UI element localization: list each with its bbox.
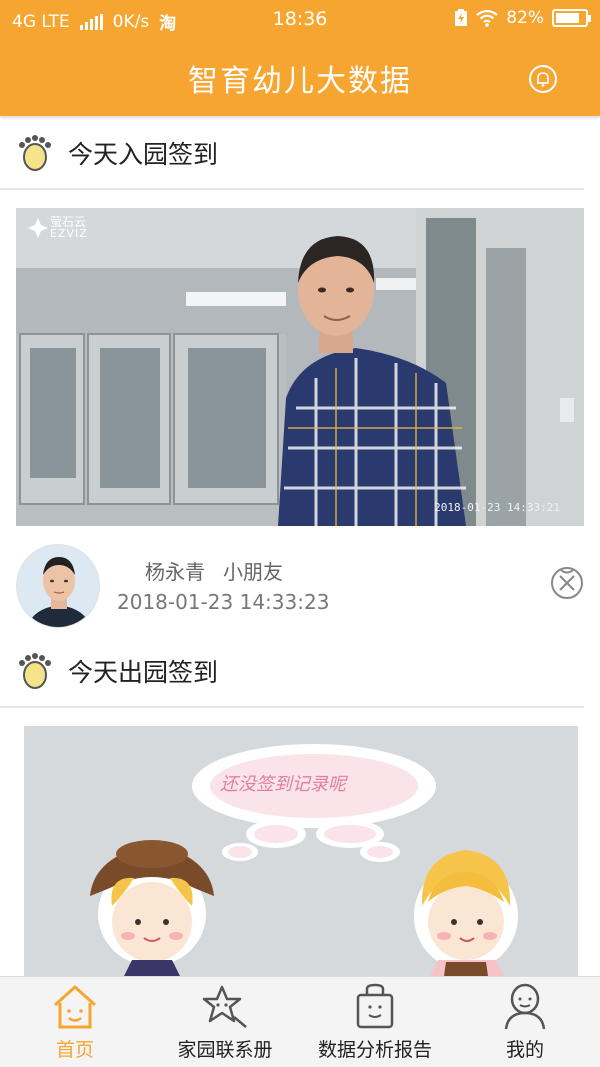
app-header: 智育幼儿大数据: [0, 38, 600, 116]
status-bar: 4G LTE 0K/s 淘 18:36 82%: [0, 0, 600, 38]
camera-timestamp: 2018-01-23 14:33:21: [434, 501, 560, 514]
battery-percent: 82%: [506, 8, 544, 28]
tab-home-school-book[interactable]: 家园联系册: [150, 977, 300, 1067]
bell-icon[interactable]: [528, 64, 558, 94]
camera-snapshot[interactable]: 萤石云 EZVIZ 2018-01-23 14:33:21: [16, 208, 584, 526]
checkin-record[interactable]: 杨永青 小朋友 2018-01-23 14:33:23: [0, 540, 600, 636]
section-checkin-out: 今天出园签到: [0, 636, 584, 708]
close-icon[interactable]: [550, 566, 584, 600]
home-icon: [53, 985, 97, 1029]
wifi-icon: [476, 9, 498, 27]
ezviz-mark-icon: [28, 218, 48, 238]
tab-label: 我的: [505, 1039, 544, 1061]
page-title: 智育幼儿大数据: [188, 64, 412, 99]
battery-icon: [552, 9, 591, 27]
bottom-tabbar: 首页 家园联系册 数据分析报告 我的: [0, 976, 600, 1067]
tab-label: 家园联系册: [177, 1039, 273, 1061]
camera-scene-image: [16, 208, 584, 526]
child-photo: [17, 545, 99, 627]
star-message-icon: [202, 985, 247, 1028]
cartoon-kids-image: [24, 726, 578, 976]
tab-label: 数据分析报告: [317, 1039, 432, 1061]
ezviz-logo: 萤石云 EZVIZ: [28, 216, 88, 240]
battery-charging-icon: [455, 9, 468, 26]
tab-label: 首页: [55, 1039, 94, 1061]
footprint-icon: [19, 653, 51, 689]
child-role: 小朋友: [223, 560, 283, 584]
checkin-name-line: 杨永青 小朋友: [145, 556, 283, 585]
footprint-icon: [19, 135, 51, 171]
tab-mine[interactable]: 我的: [450, 977, 600, 1067]
no-record-text: 还没签到记录呢: [220, 774, 346, 795]
section-checkin-in: 今天入园签到: [0, 118, 584, 190]
section-title-label: 今天出园签到: [68, 658, 219, 687]
person-icon: [504, 983, 546, 1030]
avatar: [16, 544, 100, 628]
report-bag-icon: [356, 983, 394, 1029]
child-name: 杨永青: [145, 560, 205, 584]
section-title-label: 今天入园签到: [68, 140, 219, 169]
battery-fill: [556, 13, 579, 23]
status-right: 82%: [454, 8, 591, 28]
checkin-time: 2018-01-23 14:33:23: [117, 590, 330, 614]
tab-home[interactable]: 首页: [0, 977, 150, 1067]
no-record-illustration: 还没签到记录呢: [24, 726, 578, 976]
tab-data-report[interactable]: 数据分析报告: [300, 977, 450, 1067]
